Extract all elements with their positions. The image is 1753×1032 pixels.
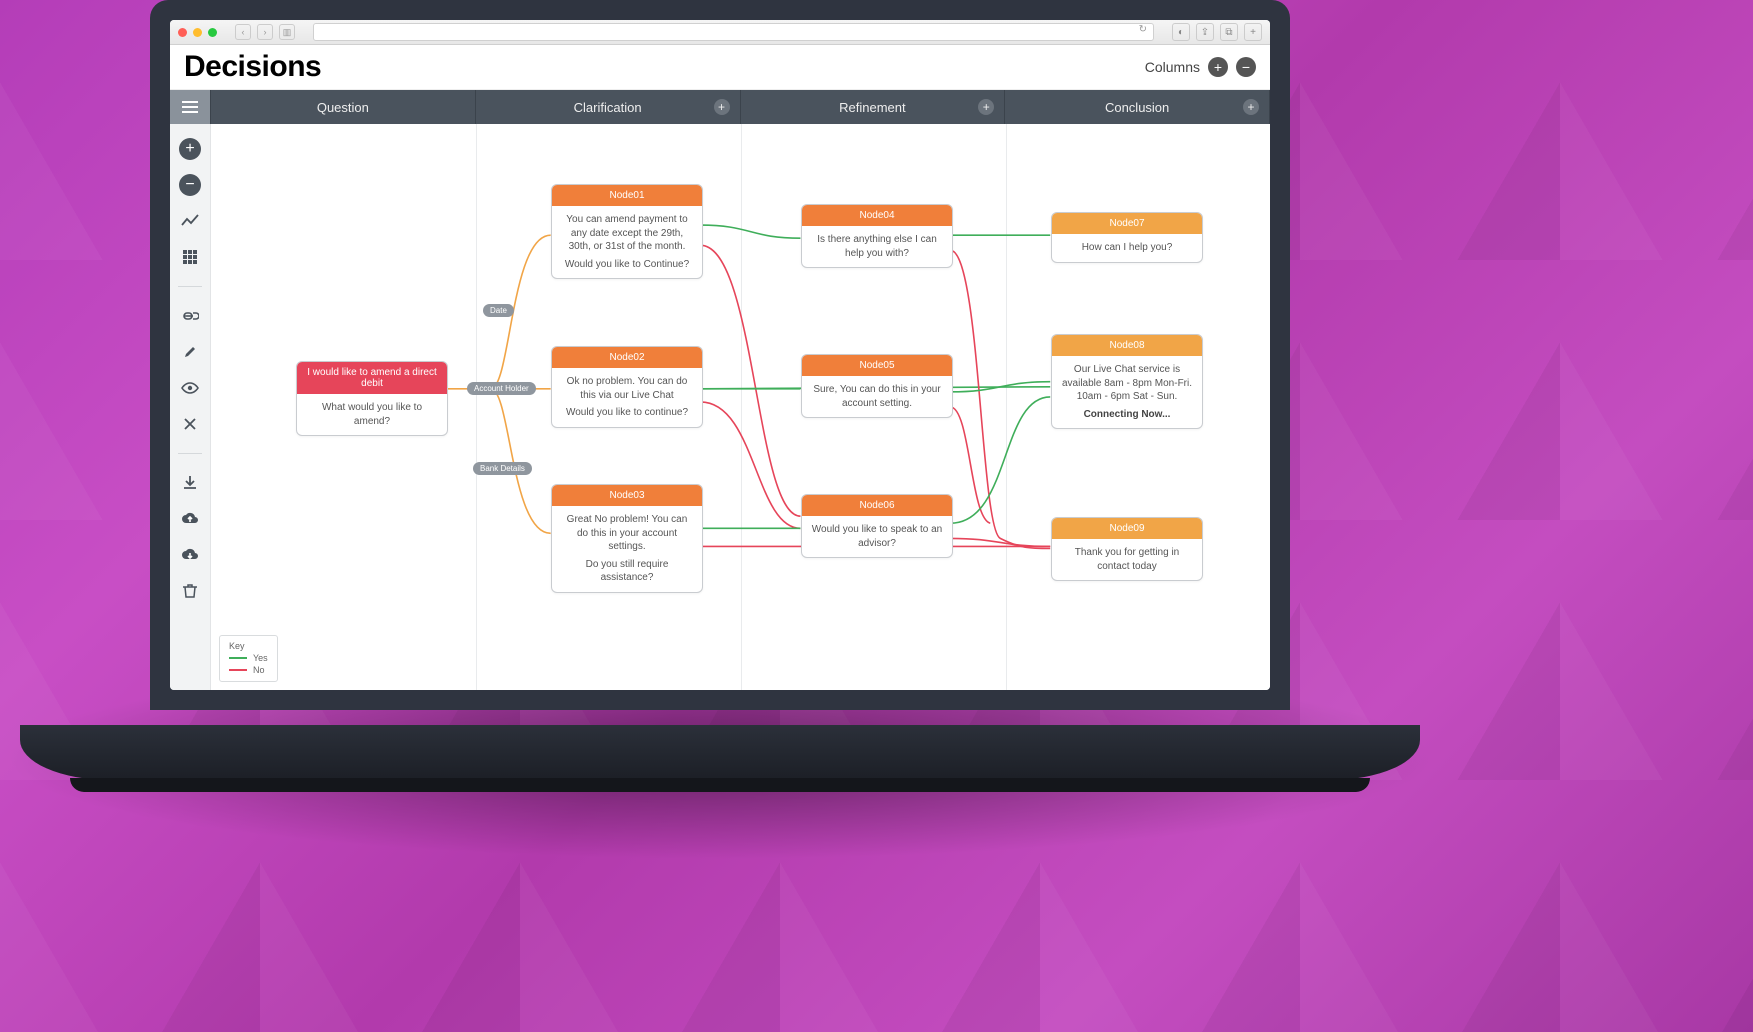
grid-icon[interactable] xyxy=(179,246,201,268)
legend-swatch-yes xyxy=(229,657,247,659)
zoom-in-button[interactable]: + xyxy=(179,138,201,160)
nav-forward-button[interactable]: › xyxy=(257,24,273,40)
node-header: Node02 xyxy=(552,347,702,368)
node-header: Node01 xyxy=(552,185,702,206)
new-tab-icon[interactable]: + xyxy=(1244,23,1262,41)
legend-swatch-no xyxy=(229,669,247,671)
node-header: Node09 xyxy=(1052,518,1202,539)
zoom-out-button[interactable]: − xyxy=(179,174,201,196)
node-body: Our Live Chat service is available 8am -… xyxy=(1052,356,1202,428)
page-title: Decisions xyxy=(184,50,321,84)
hamburger-menu-button[interactable] xyxy=(170,90,211,124)
node-text: You can amend payment to any date except… xyxy=(560,213,694,254)
close-icon[interactable] xyxy=(179,413,201,435)
node-question[interactable]: I would like to amend a direct debit Wha… xyxy=(296,361,448,436)
browser-chrome: ‹ › ▥ ◐ ⇪ ⧉ + xyxy=(170,20,1270,45)
node-06[interactable]: Node06 Would you like to speak to an adv… xyxy=(801,494,953,558)
node-body: Great No problem! You can do this in you… xyxy=(552,506,702,592)
edit-icon[interactable] xyxy=(179,341,201,363)
node-text: Would you like to continue? xyxy=(560,406,694,420)
node-07[interactable]: Node07 How can I help you? xyxy=(1051,212,1203,263)
node-text: Do you still require assistance? xyxy=(560,558,694,585)
trash-icon[interactable] xyxy=(179,580,201,602)
column-label: Conclusion xyxy=(1105,100,1169,115)
sidebar-toggle-icon[interactable]: ▥ xyxy=(279,24,295,40)
app-header: Decisions Columns + − xyxy=(170,45,1270,90)
node-text: Would you like to Continue? xyxy=(560,258,694,272)
node-header: Node07 xyxy=(1052,213,1202,234)
nav-back-button[interactable]: ‹ xyxy=(235,24,251,40)
node-text: Connecting Now... xyxy=(1084,409,1171,420)
node-body: You can amend payment to any date except… xyxy=(552,206,702,278)
node-header: Node03 xyxy=(552,485,702,506)
line-chart-icon[interactable] xyxy=(179,210,201,232)
column-label: Clarification xyxy=(574,100,642,115)
node-text: Our Live Chat service is available 8am -… xyxy=(1060,363,1194,404)
column-headers: Question Clarification + Refinement + Co… xyxy=(170,90,1270,124)
node-header: Node04 xyxy=(802,205,952,226)
column-header-question: Question xyxy=(211,90,476,124)
cloud-download-icon[interactable] xyxy=(179,544,201,566)
column-label: Question xyxy=(317,100,369,115)
add-node-button[interactable]: + xyxy=(978,99,994,115)
add-node-button[interactable]: + xyxy=(1243,99,1259,115)
columns-control: Columns + − xyxy=(1145,57,1256,77)
hamburger-icon xyxy=(182,101,198,113)
column-header-conclusion: Conclusion + xyxy=(1005,90,1270,124)
column-header-refinement: Refinement + xyxy=(741,90,1006,124)
columns-label: Columns xyxy=(1145,59,1200,75)
node-03[interactable]: Node03 Great No problem! You can do this… xyxy=(551,484,703,593)
node-body: Ok no problem. You can do this via our L… xyxy=(552,368,702,427)
legend-title: Key xyxy=(229,641,268,651)
cloud-upload-icon[interactable] xyxy=(179,508,201,530)
window-zoom-icon[interactable] xyxy=(208,28,217,37)
window-minimize-icon[interactable] xyxy=(193,28,202,37)
download-icon[interactable] xyxy=(179,472,201,494)
node-04[interactable]: Node04 Is there anything else I can help… xyxy=(801,204,953,268)
add-column-button[interactable]: + xyxy=(1208,57,1228,77)
add-node-button[interactable]: + xyxy=(714,99,730,115)
node-body: Thank you for getting in contact today xyxy=(1052,539,1202,580)
legend-label: Yes xyxy=(253,653,268,663)
node-text: Great No problem! You can do this in you… xyxy=(560,513,694,554)
legend: Key Yes No xyxy=(219,635,278,682)
node-08[interactable]: Node08 Our Live Chat service is availabl… xyxy=(1051,334,1203,429)
legend-label: No xyxy=(253,665,265,675)
edge-label: Date xyxy=(483,304,514,317)
reader-icon[interactable]: ◐ xyxy=(1172,23,1190,41)
node-text: Ok no problem. You can do this via our L… xyxy=(560,375,694,402)
node-02[interactable]: Node02 Ok no problem. You can do this vi… xyxy=(551,346,703,428)
node-header: Node06 xyxy=(802,495,952,516)
column-label: Refinement xyxy=(839,100,905,115)
node-header: I would like to amend a direct debit xyxy=(297,362,447,394)
edge-label: Account Holder xyxy=(467,382,536,395)
tool-sidebar: + − xyxy=(170,124,211,690)
eye-icon[interactable] xyxy=(179,377,201,399)
node-header: Node05 xyxy=(802,355,952,376)
flow-canvas[interactable]: Date Account Holder Bank Details I would… xyxy=(211,124,1270,690)
tabs-icon[interactable]: ⧉ xyxy=(1220,23,1238,41)
node-09[interactable]: Node09 Thank you for getting in contact … xyxy=(1051,517,1203,581)
node-01[interactable]: Node01 You can amend payment to any date… xyxy=(551,184,703,279)
node-05[interactable]: Node05 Sure, You can do this in your acc… xyxy=(801,354,953,418)
node-body: Is there anything else I can help you wi… xyxy=(802,226,952,267)
link-icon[interactable] xyxy=(179,305,201,327)
share-icon[interactable]: ⇪ xyxy=(1196,23,1214,41)
column-header-clarification: Clarification + xyxy=(476,90,741,124)
edge-label: Bank Details xyxy=(473,462,532,475)
node-header: Node08 xyxy=(1052,335,1202,356)
node-body: How can I help you? xyxy=(1052,234,1202,262)
node-body: Would you like to speak to an advisor? xyxy=(802,516,952,557)
address-bar[interactable] xyxy=(313,23,1154,41)
node-body: What would you like to amend? xyxy=(297,394,447,435)
node-body: Sure, You can do this in your account se… xyxy=(802,376,952,417)
window-close-icon[interactable] xyxy=(178,28,187,37)
remove-column-button[interactable]: − xyxy=(1236,57,1256,77)
